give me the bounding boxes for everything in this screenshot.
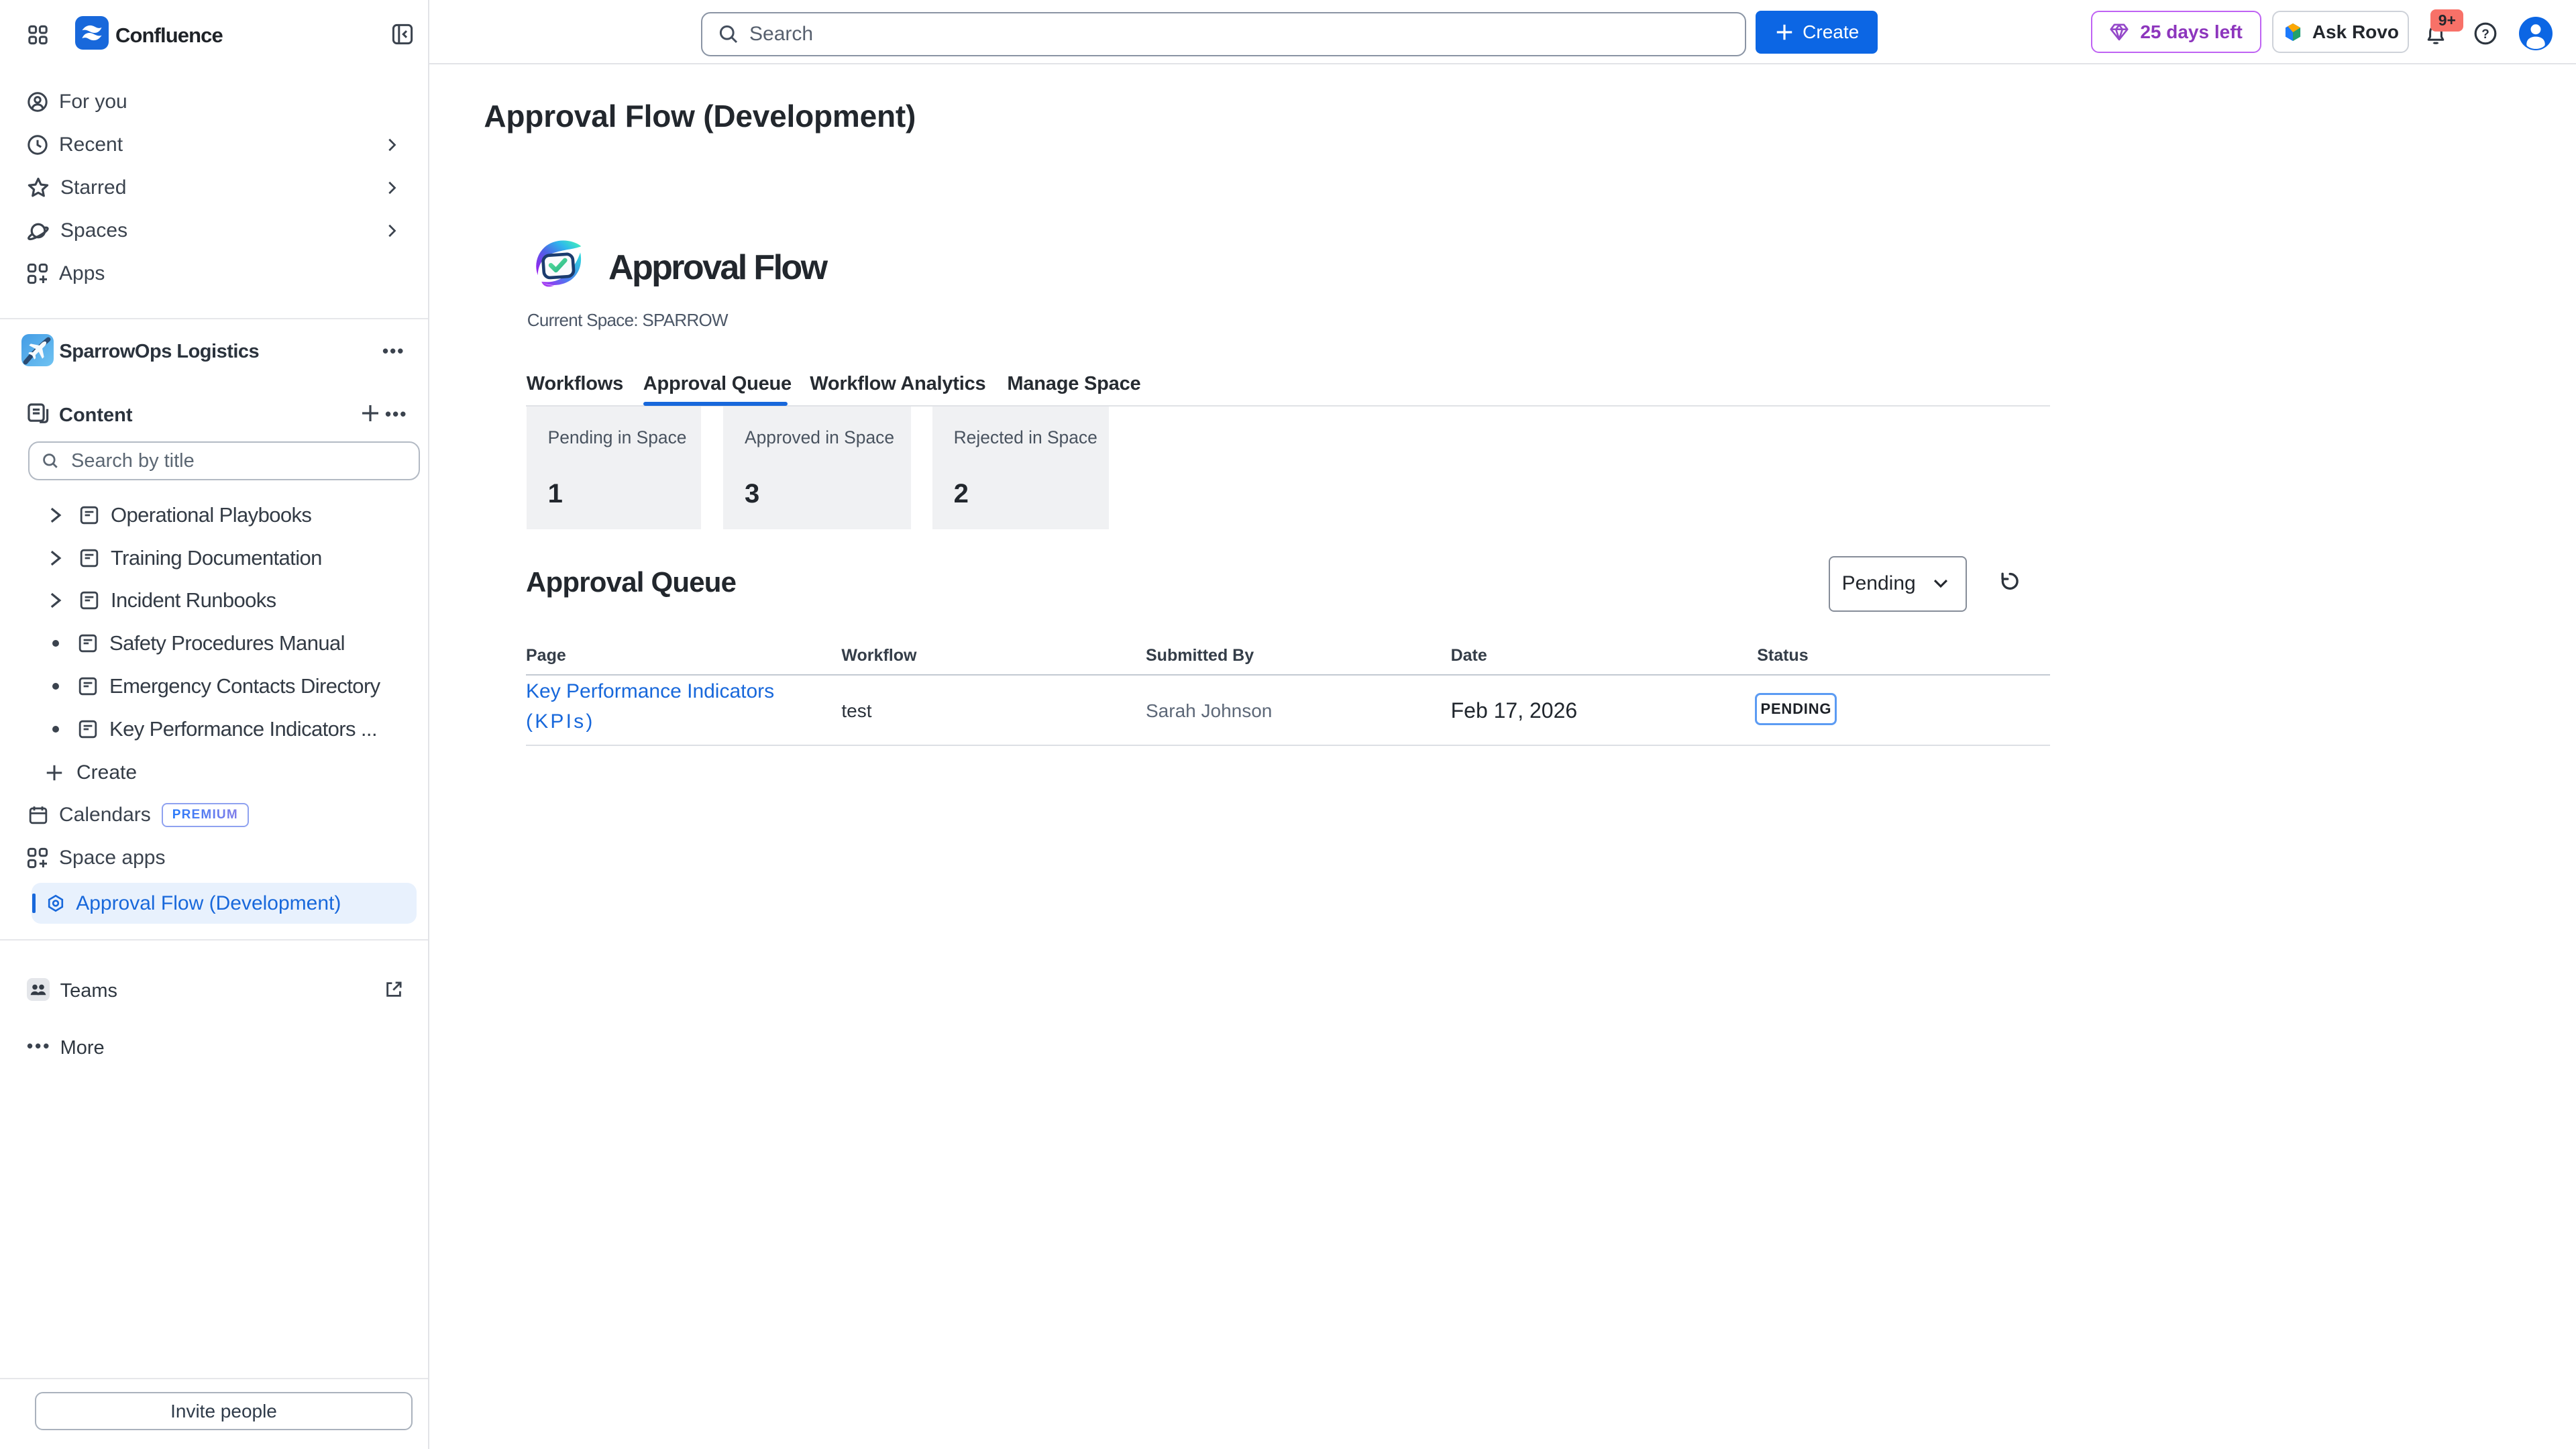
svg-text:?: ? (2481, 28, 2489, 42)
